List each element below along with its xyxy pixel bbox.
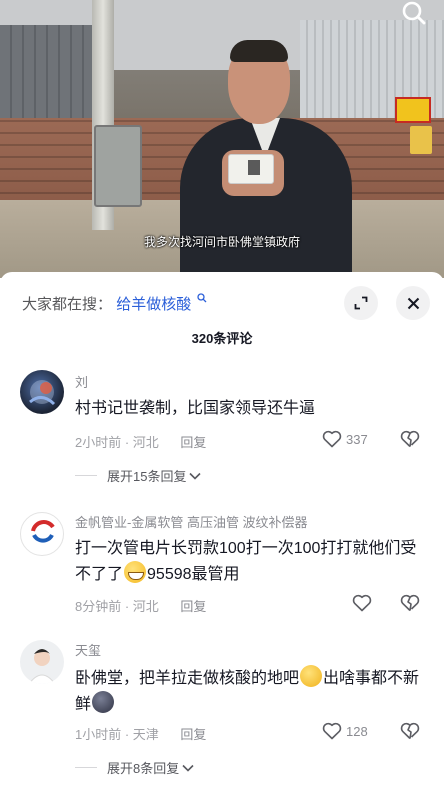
comment-time-location: 8分钟前 · 河北 — [75, 599, 159, 614]
comment-time-location: 2小时前 · 河北 — [75, 435, 159, 450]
heart-icon — [322, 430, 342, 448]
expand-panel-button[interactable] — [344, 286, 378, 320]
broken-heart-icon — [400, 722, 420, 740]
video-notice-sign — [410, 126, 432, 154]
expand-replies-label: 展开15条回复 — [107, 469, 187, 484]
like-button[interactable]: 337 — [322, 430, 368, 448]
avatar-image — [29, 380, 56, 406]
video-player[interactable]: 我多次找河间市卧佛堂镇政府 — [0, 0, 444, 278]
avatar[interactable] — [20, 512, 64, 556]
comment-text-part: 卧佛堂，把羊拉走做核酸的地吧 — [75, 670, 300, 687]
video-subtitle: 我多次找河间市卧佛堂镇政府 — [143, 235, 300, 249]
search-icon — [402, 1, 426, 25]
expand-icon — [354, 296, 368, 310]
expand-replies-button[interactable]: 展开8条回复 — [75, 758, 194, 777]
heart-icon — [322, 722, 342, 740]
comment-meta: 2小时前 · 河北 回复 — [75, 432, 206, 451]
expand-replies-label: 展开8条回复 — [107, 761, 180, 776]
hot-search-prefix: 大家都在搜： — [22, 296, 113, 313]
like-count: 337 — [346, 431, 368, 447]
comment-text: 打一次管电片长罚款100打一次100打打就他们受不了了 95598最管用 — [75, 537, 420, 587]
comment-time-location: 1小时前 · 天津 — [75, 727, 159, 742]
avatar[interactable] — [20, 640, 64, 684]
comment-username[interactable]: 刘 — [75, 372, 88, 391]
heart-icon — [352, 594, 372, 612]
dislike-button[interactable] — [400, 722, 420, 744]
reply-button[interactable]: 回复 — [180, 435, 206, 450]
hot-search-row[interactable]: 大家都在搜： 给羊做核酸 — [22, 290, 207, 314]
expand-divider — [75, 475, 97, 476]
hot-search-term[interactable]: 给羊做核酸 — [116, 296, 191, 313]
new-moon-face-icon — [92, 691, 115, 713]
company-logo — [31, 520, 55, 543]
dislike-button[interactable] — [400, 594, 420, 616]
like-button[interactable] — [352, 594, 376, 612]
comment-username[interactable]: 天玺 — [75, 640, 101, 659]
grinning-face-icon — [124, 561, 147, 583]
avatar-image — [28, 649, 56, 684]
video-warning-sign — [395, 97, 431, 123]
video-person-hair — [230, 40, 288, 62]
expand-divider — [75, 767, 97, 768]
video-electric-box — [94, 125, 142, 207]
comment-username[interactable]: 金帆管业-金属软管 高压油管 波纹补偿器 — [75, 512, 308, 531]
reply-button[interactable]: 回复 — [180, 727, 206, 742]
comment-text: 卧佛堂，把羊拉走做核酸的地吧 出啥事都不新鲜 — [75, 665, 420, 717]
like-button[interactable]: 128 — [322, 722, 368, 740]
comment-meta: 8分钟前 · 河北 回复 — [75, 596, 206, 615]
comment-count: 320条评论 — [191, 331, 253, 346]
close-panel-button[interactable] — [396, 286, 430, 320]
chevron-down-icon — [189, 472, 202, 480]
comment-panel: 大家都在搜： 给羊做核酸 320条评论 刘 村书记世袭制，比国家领导还牛逼 2小… — [0, 272, 444, 800]
thinking-face-icon — [300, 665, 323, 687]
comment-meta: 1小时前 · 天津 回复 — [75, 724, 206, 743]
reply-button[interactable]: 回复 — [180, 599, 206, 614]
like-count: 128 — [346, 723, 368, 739]
chevron-down-icon — [182, 764, 194, 772]
dislike-button[interactable] — [400, 430, 420, 452]
close-icon — [407, 297, 419, 309]
broken-heart-icon — [400, 594, 420, 612]
hot-search-icon — [197, 290, 207, 307]
comment-text: 村书记世袭制，比国家领导还牛逼 — [75, 400, 316, 417]
avatar[interactable] — [20, 370, 64, 414]
comment-text-part: 95598最管用 — [147, 566, 240, 583]
broken-heart-icon — [400, 430, 420, 448]
video-id-card-photo — [248, 160, 260, 175]
expand-replies-button[interactable]: 展开15条回复 — [75, 466, 202, 485]
search-button[interactable] — [398, 0, 432, 28]
